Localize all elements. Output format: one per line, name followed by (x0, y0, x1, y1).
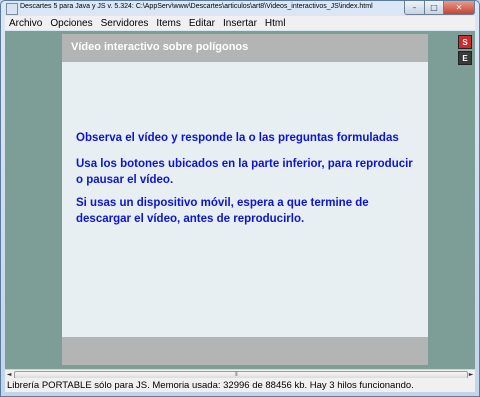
scroll-left-arrow-icon[interactable]: ◄ (5, 370, 13, 378)
menu-servidores[interactable]: Servidores (97, 18, 153, 29)
mobile-hint-text: Si usas un dispositivo móvil, espera a q… (76, 197, 369, 225)
menu-opciones[interactable]: Opciones (46, 18, 96, 29)
close-button[interactable]: ✕ (444, 1, 475, 15)
app-window: Descartes 5 para Java y JS v. 5.324: C:\… (0, 0, 480, 397)
menu-archivo[interactable]: Archivo (5, 18, 46, 29)
status-bar: Librería PORTABLE sólo para JS. Memoria … (5, 378, 475, 392)
window-title: Descartes 5 para Java y JS v. 5.324: C:\… (20, 3, 373, 10)
maximize-button[interactable]: □ (425, 1, 444, 15)
scene-footer (62, 337, 428, 365)
menu-bar: Archivo Opciones Servidores Items Editar… (5, 16, 475, 30)
menu-insertar[interactable]: Insertar (219, 18, 261, 29)
menu-items[interactable]: Items (152, 18, 184, 29)
scroll-right-arrow-icon[interactable]: ► (467, 370, 475, 378)
s-button[interactable]: S (458, 35, 472, 49)
minimize-button[interactable]: – (404, 1, 425, 15)
menu-editar[interactable]: Editar (185, 18, 219, 29)
client-area: Vídeo interactivo sobre polígonos Observ… (5, 31, 475, 369)
horizontal-scrollbar[interactable]: ◄ ⦀ ► (5, 369, 475, 379)
app-icon (6, 3, 18, 15)
buttons-hint-text: Usa los botones ubicados en la parte inf… (76, 158, 413, 186)
status-text: Librería PORTABLE sólo para JS. Memoria … (7, 379, 414, 391)
scene-header: Vídeo interactivo sobre polígonos (62, 34, 428, 62)
menu-html[interactable]: Html (261, 18, 290, 29)
title-bar[interactable]: Descartes 5 para Java y JS v. 5.324: C:\… (1, 1, 479, 16)
descartes-scene: Vídeo interactivo sobre polígonos Observ… (62, 34, 428, 365)
scene-title: Vídeo interactivo sobre polígonos (71, 41, 249, 53)
window-controls: – □ ✕ (404, 1, 475, 15)
instruction-text: Observa el vídeo y responde la o las pre… (76, 132, 399, 144)
e-button[interactable]: E (458, 51, 472, 65)
